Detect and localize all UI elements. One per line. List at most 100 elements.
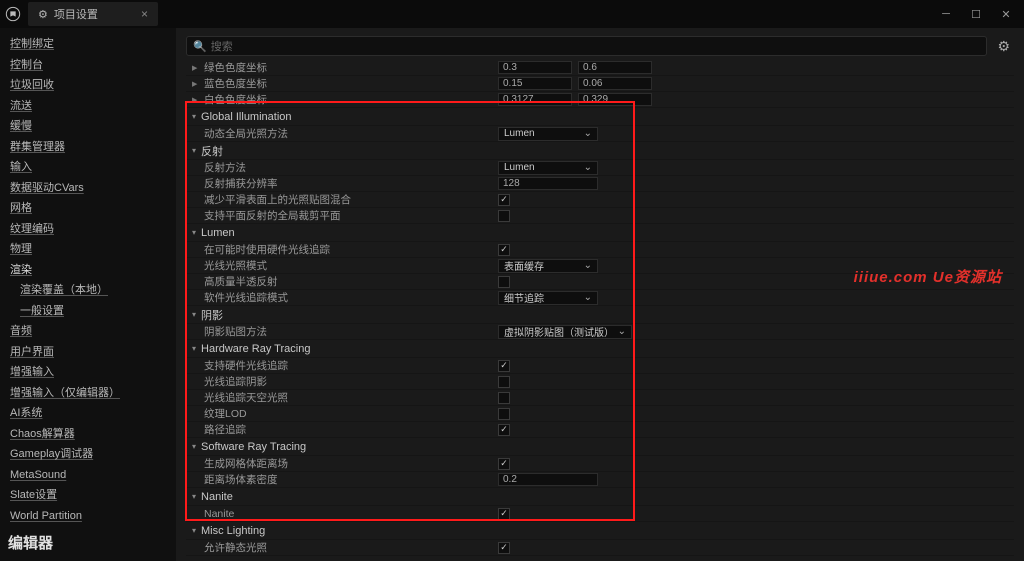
property-label: 白色色度坐标	[186, 92, 498, 107]
property-row: 光线光照模式表面缓存	[186, 258, 1014, 274]
dropdown[interactable]: Lumen	[498, 127, 598, 141]
property-label: 光线光照模式	[186, 258, 498, 273]
property-label: 反射捕获分辨率	[186, 176, 498, 191]
checkbox[interactable]: ✓	[498, 424, 510, 436]
section-header[interactable]: Lumen	[186, 224, 1014, 242]
sidebar-item[interactable]: 控制台	[8, 55, 168, 76]
number-input[interactable]: 0.15	[498, 77, 572, 90]
maximize-button[interactable]: ☐	[962, 4, 990, 24]
sidebar-item[interactable]: 用户界面	[8, 342, 168, 363]
property-row: 光线追踪阴影	[186, 374, 1014, 390]
checkbox[interactable]: ✓	[498, 360, 510, 372]
section-header[interactable]: Nanite	[186, 488, 1014, 506]
property-row: 反射捕获分辨率128	[186, 176, 1014, 192]
checkbox[interactable]	[498, 376, 510, 388]
checkbox[interactable]	[498, 276, 510, 288]
property-label: 减少平滑表面上的光照贴图混合	[186, 192, 498, 207]
property-label: 纹理LOD	[186, 406, 498, 421]
sidebar-item[interactable]: 网格	[8, 198, 168, 219]
sidebar-item[interactable]: AI系统	[8, 403, 168, 424]
checkbox[interactable]: ✓	[498, 508, 510, 520]
property-row: 动态全局光照方法Lumen	[186, 126, 1014, 142]
property-label: 动态全局光照方法	[186, 126, 498, 141]
section-header[interactable]: Software Ray Tracing	[186, 438, 1014, 456]
sidebar-item[interactable]: 控制绑定	[8, 34, 168, 55]
sidebar-item[interactable]: World Partition	[8, 506, 168, 527]
property-row: 蓝色色度坐标0.15 0.06	[186, 76, 1014, 92]
tab-project-settings[interactable]: ⚙ 项目设置 ×	[28, 2, 158, 26]
section-header[interactable]: 反射	[186, 142, 1014, 160]
sidebar-item[interactable]: 垃圾回收	[8, 75, 168, 96]
sidebar: 控制绑定控制台垃圾回收流送缓慢群集管理器输入数据驱动CVars网格纹理编码物理渲…	[0, 28, 176, 561]
dropdown[interactable]: 表面缓存	[498, 259, 598, 273]
property-row: 支持平面反射的全局裁剪平面	[186, 208, 1014, 224]
sidebar-item[interactable]: 渲染	[8, 260, 168, 281]
section-header[interactable]: Global Illumination	[186, 108, 1014, 126]
search-icon: 🔍	[193, 40, 207, 53]
property-row: 纹理LOD	[186, 406, 1014, 422]
property-row: 白色色度坐标0.3127 0.329	[186, 92, 1014, 108]
sidebar-item[interactable]: 增强输入（仅编辑器）	[8, 383, 168, 404]
sidebar-item[interactable]: 流送	[8, 96, 168, 117]
property-row: 绿色色度坐标0.30.6	[186, 60, 1014, 76]
property-label: 路径追踪	[186, 422, 498, 437]
property-label: 支持平面反射的全局裁剪平面	[186, 208, 498, 223]
number-input[interactable]: 0.3	[498, 61, 572, 74]
sidebar-item[interactable]: 一般设置	[8, 301, 168, 322]
checkbox[interactable]	[498, 392, 510, 404]
property-row: 距离场体素密度0.2	[186, 472, 1014, 488]
checkbox[interactable]: ✓	[498, 244, 510, 256]
property-label: 阴影贴图方法	[186, 324, 498, 339]
property-row: 允许静态光照✓	[186, 540, 1014, 556]
number-input[interactable]: 128	[498, 177, 598, 190]
close-button[interactable]: ✕	[992, 4, 1020, 24]
property-row: 生成网格体距离场✓	[186, 456, 1014, 472]
sidebar-item[interactable]: 缓慢	[8, 116, 168, 137]
section-header[interactable]: Misc Lighting	[186, 522, 1014, 540]
checkbox[interactable]: ✓	[498, 458, 510, 470]
sidebar-item[interactable]: 物理	[8, 239, 168, 260]
title-bar: ⚙ 项目设置 × ─ ☐ ✕	[0, 0, 1024, 28]
sidebar-item[interactable]: 数据驱动CVars	[8, 178, 168, 199]
sidebar-item[interactable]: 增强输入	[8, 362, 168, 383]
property-label: 在可能时使用硬件光线追踪	[186, 242, 498, 257]
gear-icon[interactable]: ⚙	[993, 38, 1014, 55]
checkbox[interactable]	[498, 210, 510, 222]
sidebar-item[interactable]: Slate设置	[8, 485, 168, 506]
sidebar-item[interactable]: 2D	[8, 557, 168, 561]
property-label: 距离场体素密度	[186, 472, 498, 487]
search-input[interactable]: 🔍 搜索	[186, 36, 987, 56]
section-header[interactable]: 阴影	[186, 306, 1014, 324]
tab-label: 项目设置	[54, 6, 98, 22]
minimize-button[interactable]: ─	[932, 4, 960, 24]
number-input[interactable]: 0.06	[578, 77, 652, 90]
dropdown[interactable]: 虚拟阴影贴图（测试版）	[498, 325, 632, 339]
sidebar-item[interactable]: 群集管理器	[8, 137, 168, 158]
property-label: 蓝色色度坐标	[186, 76, 498, 91]
sidebar-item[interactable]: 输入	[8, 157, 168, 178]
sidebar-item[interactable]: Chaos解算器	[8, 424, 168, 445]
number-input[interactable]: 0.2	[498, 473, 598, 486]
number-input[interactable]: 0.329	[578, 93, 652, 106]
unreal-logo-icon	[4, 5, 22, 23]
dropdown[interactable]: Lumen	[498, 161, 598, 175]
property-row: 路径追踪✓	[186, 422, 1014, 438]
sidebar-item[interactable]: 音频	[8, 321, 168, 342]
sidebar-item[interactable]: 纹理编码	[8, 219, 168, 240]
sidebar-item[interactable]: 渲染覆盖（本地）	[8, 280, 168, 301]
close-icon[interactable]: ×	[141, 7, 148, 21]
settings-panel: 绿色色度坐标0.30.6蓝色色度坐标0.150.06白色色度坐标0.31270.…	[186, 60, 1014, 561]
property-label: 生成网格体距离场	[186, 456, 498, 471]
checkbox[interactable]: ✓	[498, 542, 510, 554]
checkbox[interactable]	[498, 408, 510, 420]
section-header[interactable]: Hardware Ray Tracing	[186, 340, 1014, 358]
checkbox[interactable]: ✓	[498, 194, 510, 206]
property-label: 高质量半透反射	[186, 274, 498, 289]
sidebar-item[interactable]: MetaSound	[8, 465, 168, 486]
dropdown[interactable]: 细节追踪	[498, 291, 598, 305]
number-input[interactable]: 0.6	[578, 61, 652, 74]
sidebar-item[interactable]: Gameplay调试器	[8, 444, 168, 465]
property-label: 支持硬件光线追踪	[186, 358, 498, 373]
number-input[interactable]: 0.3127	[498, 93, 572, 106]
property-row: 阴影贴图方法虚拟阴影贴图（测试版）	[186, 324, 1014, 340]
